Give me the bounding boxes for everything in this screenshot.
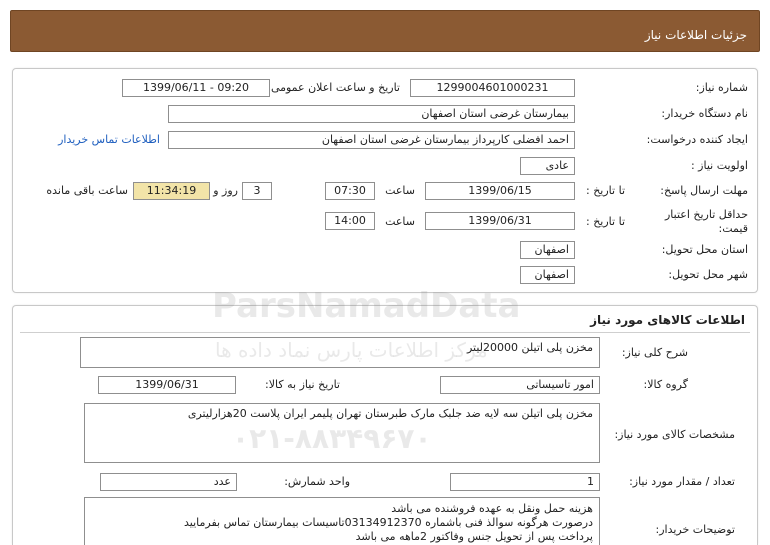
response-deadline-time-label: ساعت: [385, 184, 415, 197]
need-number-label: شماره نیاز:: [695, 81, 748, 94]
priority-label: اولویت نیاز :: [690, 159, 748, 172]
goods-info-title: اطلاعات کالاهای مورد نیاز: [590, 313, 745, 327]
quantity-label: تعداد / مقدار مورد نیاز:: [629, 475, 735, 488]
delivery-city-field: اصفهان: [520, 266, 575, 284]
days-left-label: روز و: [213, 184, 238, 197]
price-validity-time-field: 14:00: [325, 212, 375, 230]
priority-field: عادی: [520, 157, 575, 175]
buyer-notes-line: درصورت هرگونه سوالذ فنی باشماره 03134912…: [184, 516, 593, 529]
requester-field: احمد افضلی کارپرداز بیمارستان غرضی استان…: [168, 131, 575, 149]
buyer-notes-label: توضیحات خریدار:: [655, 523, 736, 536]
response-deadline-time-field: 07:30: [325, 182, 375, 200]
general-description-label: شرح کلی نیاز:: [621, 346, 688, 359]
buyer-contact-link[interactable]: اطلاعات تماس خریدار: [58, 132, 160, 148]
buyer-notes-box: هزینه حمل ونقل به عهده فروشنده می باشد د…: [84, 497, 600, 545]
specifications-text: مخزن پلی اتیلن سه لایه ضد جلبک مارک طبرس…: [187, 407, 593, 420]
response-deadline-to-date-label: تا تاریخ :: [586, 184, 625, 197]
unit-field: عدد: [100, 473, 237, 491]
specifications-label: مشخصات کالای مورد نیاز:: [614, 428, 735, 441]
requester-label: ایجاد کننده درخواست:: [646, 133, 748, 146]
price-validity-to-date-label: تا تاریخ :: [586, 215, 625, 228]
announce-datetime-label: تاریخ و ساعت اعلان عمومی:: [267, 81, 400, 94]
need-date-field: 1399/06/31: [98, 376, 236, 394]
buyer-notes-line: هزینه حمل ونقل به عهده فروشنده می باشد: [391, 502, 593, 515]
need-number-field: 1299004601000231: [410, 79, 575, 97]
specifications-box: مخزن پلی اتیلن سه لایه ضد جلبک مارک طبرس…: [84, 403, 600, 463]
response-deadline-label: مهلت ارسال پاسخ:: [660, 184, 748, 197]
goods-group-label: گروه کالا:: [643, 378, 688, 391]
time-left-label: ساعت باقی مانده: [46, 184, 128, 197]
quantity-field: 1: [450, 473, 600, 491]
price-validity-date-field: 1399/06/31: [425, 212, 575, 230]
buyer-org-label: نام دستگاه خریدار:: [661, 107, 748, 120]
delivery-province-label: استان محل تحویل:: [661, 243, 748, 256]
page-header: جزئیات اطلاعات نیاز: [10, 10, 760, 52]
page-title: جزئیات اطلاعات نیاز: [644, 28, 747, 42]
goods-info-divider: [20, 332, 750, 333]
general-description-box: مخزن پلی اتیلن 20000لیتر: [80, 337, 600, 368]
delivery-city-label: شهر محل تحویل:: [668, 268, 748, 281]
time-left-countdown: 11:34:19: [133, 182, 210, 200]
delivery-province-field: اصفهان: [520, 241, 575, 259]
unit-label: واحد شمارش:: [284, 475, 350, 488]
general-description-text: مخزن پلی اتیلن 20000لیتر: [466, 341, 593, 354]
response-deadline-date-field: 1399/06/15: [425, 182, 575, 200]
goods-group-field: امور تاسیساتی: [440, 376, 600, 394]
price-validity-time-label: ساعت: [385, 215, 415, 228]
days-left-field: 3: [242, 182, 272, 200]
announce-datetime-field: 1399/06/11 - 09:20: [122, 79, 270, 97]
buyer-org-field: بیمارستان غرضی استان اصفهان: [168, 105, 575, 123]
need-info-panel: [12, 68, 758, 293]
need-date-label: تاریخ نیاز به کالا:: [265, 378, 340, 391]
buyer-notes-line: پرداخت پس از تحویل جنس وفاکتور 2ماهه می …: [355, 530, 593, 543]
price-validity-label-line2: قیمت:: [718, 222, 748, 235]
